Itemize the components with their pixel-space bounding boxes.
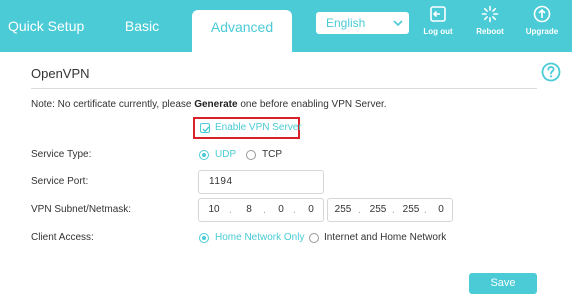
service-type-udp-radio[interactable] — [199, 150, 209, 160]
section-title: OpenVPN — [31, 66, 90, 81]
upgrade-button[interactable]: Upgrade — [520, 5, 564, 47]
octet-separator: . — [293, 205, 296, 216]
service-type-tcp-label[interactable]: TCP — [262, 149, 282, 160]
service-type-udp-label[interactable]: UDP — [215, 149, 236, 160]
subnet-octet-1[interactable]: 10 — [199, 199, 229, 221]
checkbox-checked-icon — [200, 123, 210, 133]
service-port-input[interactable]: 1194 — [198, 170, 324, 194]
vpn-netmask-field: 255 . 255 . 255 . 0 — [327, 198, 453, 222]
subnet-octet-2[interactable]: 8 — [235, 199, 263, 221]
octet-separator: . — [229, 205, 232, 216]
chevron-down-icon — [393, 12, 403, 34]
note-text-prefix: Note: No certificate currently, please — [31, 99, 195, 110]
enable-vpn-server-checkbox[interactable]: Enable VPN Server — [193, 117, 302, 139]
logout-label: Log out — [423, 27, 453, 36]
subnet-octet-4[interactable]: 0 — [299, 199, 323, 221]
netmask-octet-2[interactable]: 255 — [364, 199, 392, 221]
tab-basic[interactable]: Basic — [110, 0, 174, 52]
reboot-label: Reboot — [476, 27, 504, 36]
service-type-tcp-radio[interactable] — [246, 150, 256, 160]
note-text-suffix: one before enabling VPN Server. — [237, 99, 387, 110]
vpn-subnet-ip-field: 10 . 8 . 0 . 0 — [198, 198, 324, 222]
language-selected-value: English — [326, 16, 366, 30]
octet-separator: . — [358, 205, 361, 216]
language-select[interactable]: English — [316, 12, 409, 34]
service-port-label: Service Port: — [31, 176, 89, 187]
client-access-home-only-label[interactable]: Home Network Only — [215, 232, 304, 243]
help-icon[interactable] — [541, 62, 561, 82]
netmask-octet-1[interactable]: 255 — [328, 199, 358, 221]
octet-separator: . — [424, 205, 427, 216]
netmask-octet-3[interactable]: 255 — [398, 199, 424, 221]
enable-vpn-server-label: Enable VPN Server — [215, 122, 302, 133]
netmask-octet-4[interactable]: 0 — [430, 199, 452, 221]
service-type-label: Service Type: — [31, 149, 92, 160]
tab-quick-setup[interactable]: Quick Setup — [0, 0, 86, 52]
section-divider — [31, 88, 537, 89]
octet-separator: . — [263, 205, 266, 216]
logout-button[interactable]: Log out — [416, 5, 460, 47]
client-access-internet-home-radio[interactable] — [309, 233, 319, 243]
save-button[interactable]: Save — [469, 273, 537, 294]
octet-separator: . — [392, 205, 395, 216]
client-access-label: Client Access: — [31, 232, 94, 243]
reboot-icon — [481, 5, 499, 23]
note-text-generate: Generate — [194, 99, 238, 110]
upgrade-label: Upgrade — [525, 27, 559, 36]
tab-advanced[interactable]: Advanced — [192, 10, 292, 52]
subnet-octet-3[interactable]: 0 — [269, 199, 293, 221]
logout-icon — [429, 5, 447, 23]
reboot-button[interactable]: Reboot — [468, 5, 512, 47]
client-access-internet-home-label[interactable]: Internet and Home Network — [324, 232, 446, 243]
upgrade-icon — [533, 5, 551, 23]
client-access-home-only-radio[interactable] — [199, 233, 209, 243]
certificate-note: Note: No certificate currently, please G… — [31, 99, 387, 110]
top-nav-bar: Quick Setup Basic Advanced English Log o… — [0, 0, 572, 52]
vpn-subnet-netmask-label: VPN Subnet/Netmask: — [31, 204, 132, 215]
